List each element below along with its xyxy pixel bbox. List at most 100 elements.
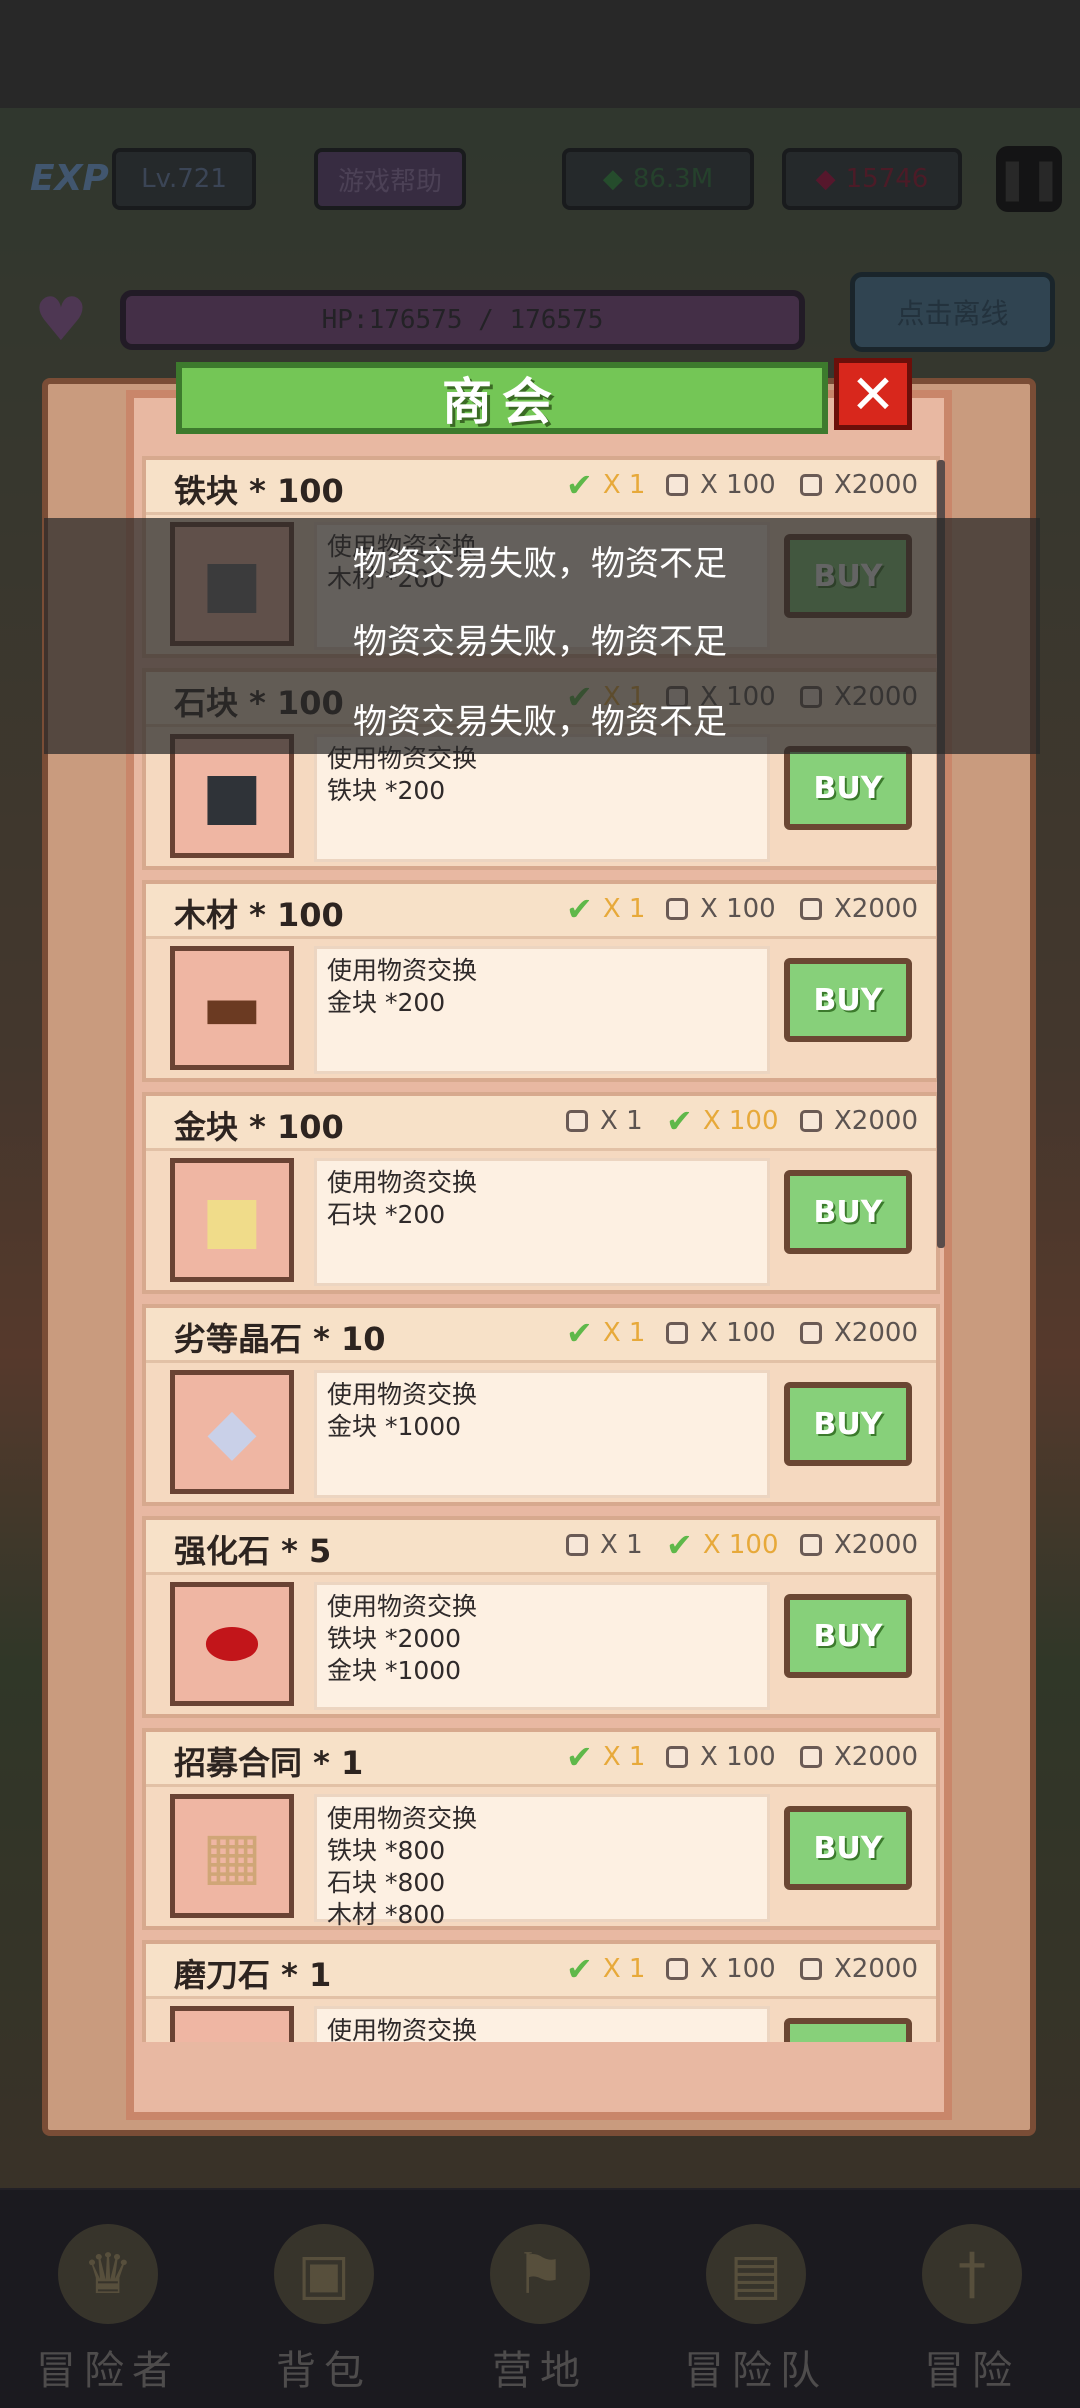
toast-message: 物资交易失败，物资不足 [353, 622, 727, 662]
quantity-option-x100[interactable]: X 100 [666, 1318, 776, 1348]
quantity-option-x2000[interactable]: X2000 [800, 470, 918, 500]
exchange-label: 使用物资交换 [327, 1804, 478, 1833]
item-icon-frame: ■ [170, 1158, 294, 1282]
quantity-label: X 1 [602, 894, 646, 924]
quantity-label: X2000 [834, 1106, 918, 1136]
quantity-option-x2000[interactable]: X2000 [800, 1318, 918, 1348]
buy-button[interactable]: BUY [784, 746, 912, 830]
quantity-option-x1[interactable]: ✔ X 1 [566, 1738, 646, 1776]
check-icon: ✔ [566, 1738, 593, 1776]
checkbox-icon [666, 898, 688, 920]
exchange-label: 使用物资交换 [327, 956, 478, 985]
close-button[interactable]: ✕ [834, 358, 912, 430]
cost-line: 铁块 *2000 [327, 1624, 462, 1653]
quantity-label: X 1 [600, 1106, 643, 1136]
checkbox-icon [566, 1110, 588, 1132]
item-name: 强化石 * 5 [174, 1532, 332, 1570]
quantity-option-x100[interactable]: ✔ X 100 [666, 1526, 779, 1564]
buy-button[interactable]: BUY [784, 1382, 912, 1466]
exchange-description: 使用物资交换 金块 *200 [314, 946, 770, 1074]
checkbox-icon [666, 474, 688, 496]
item-name: 磨刀石 * 1 [174, 1956, 332, 1994]
quantity-option-x2000[interactable]: X2000 [800, 1106, 918, 1136]
shop-title: 商会 [442, 373, 562, 431]
buy-button[interactable]: BUY [784, 2018, 912, 2042]
quantity-option-x1[interactable]: X 1 [566, 1106, 643, 1136]
buy-button[interactable]: BUY [784, 1594, 912, 1678]
quantity-label: X 1 [602, 1318, 646, 1348]
whetstone-icon: ▬ [202, 2031, 262, 2042]
quantity-label: X2000 [834, 1954, 918, 1984]
cost-line: 石块 *200 [327, 1200, 446, 1229]
quantity-option-x1[interactable]: ✔ X 1 [566, 1314, 646, 1352]
quantity-label: X 1 [602, 1954, 646, 1984]
buy-button[interactable]: BUY [784, 958, 912, 1042]
check-icon: ✔ [666, 1102, 693, 1140]
quantity-label: X 100 [700, 1954, 776, 1984]
check-icon: ✔ [566, 1314, 593, 1352]
cost-line: 铁块 *200 [327, 776, 446, 805]
quantity-label: X2000 [834, 1318, 918, 1348]
quantity-option-x100[interactable]: X 100 [666, 894, 776, 924]
checkbox-icon [800, 1958, 822, 1980]
stone-block-icon: ■ [201, 759, 263, 833]
item-name: 招募合同 * 1 [174, 1744, 364, 1782]
quantity-option-x1[interactable]: X 1 [566, 1530, 643, 1560]
quantity-option-x2000[interactable]: X2000 [800, 1742, 918, 1772]
close-icon: ✕ [850, 362, 896, 426]
quantity-option-x100[interactable]: X 100 [666, 1954, 776, 1984]
quantity-label: X2000 [834, 1742, 918, 1772]
quantity-option-x2000[interactable]: X2000 [800, 1954, 918, 1984]
quantity-label: X2000 [834, 894, 918, 924]
quantity-label: X2000 [834, 1530, 918, 1560]
contract-scroll-icon: ▦ [201, 1819, 263, 1893]
cost-line: 金块 *1000 [327, 1412, 462, 1441]
checkbox-icon [566, 1534, 588, 1556]
checkbox-icon [800, 1322, 822, 1344]
quantity-option-x2000[interactable]: X2000 [800, 1530, 918, 1560]
item-icon-frame: ▬ [170, 2006, 294, 2042]
quantity-label: X 1 [602, 1742, 646, 1772]
buy-button[interactable]: BUY [784, 1170, 912, 1254]
wood-log-icon: ▬ [201, 971, 263, 1045]
gold-block-icon: ■ [201, 1183, 263, 1257]
buy-button[interactable]: BUY [784, 1806, 912, 1890]
item-icon-frame: ▬ [170, 946, 294, 1070]
check-icon: ✔ [566, 890, 593, 928]
quantity-option-x2000[interactable]: X2000 [800, 894, 918, 924]
cost-line: 木材 *800 [327, 1900, 446, 1929]
cost-line: 石块 *800 [327, 1868, 446, 1897]
checkbox-icon [666, 1322, 688, 1344]
shop-item-card: 磨刀石 * 1 ✔ X 1 X 100 X2000 ▬ 使用物资交换 BUY [142, 1940, 940, 2042]
shop-item-card: 金块 * 100 X 1 ✔ X 100 X2000 ■ 使用物资交换 石块 *200 BUY [142, 1092, 940, 1294]
item-name: 劣等晶石 * 10 [174, 1320, 386, 1358]
checkbox-icon [800, 1746, 822, 1768]
exchange-label: 使用物资交换 [327, 1380, 478, 1409]
check-icon: ✔ [566, 1950, 593, 1988]
shop-item-card: 招募合同 * 1 ✔ X 1 X 100 X2000 ▦ 使用物资交换 铁块 *800 石块 *… [142, 1728, 940, 1930]
cost-line: 金块 *200 [327, 988, 446, 1017]
cost-line: 金块 *1000 [327, 1656, 462, 1685]
checkbox-icon [666, 1746, 688, 1768]
quantity-option-x100[interactable]: X 100 [666, 470, 776, 500]
exchange-description: 使用物资交换 铁块 *2000 金块 *1000 [314, 1582, 770, 1710]
item-name: 木材 * 100 [174, 896, 344, 934]
exchange-label: 使用物资交换 [327, 1168, 478, 1197]
cost-line: 铁块 *800 [327, 1836, 446, 1865]
check-icon: ✔ [566, 466, 593, 504]
exchange-description: 使用物资交换 金块 *1000 [314, 1370, 770, 1498]
quantity-label: X 100 [700, 1742, 776, 1772]
quantity-label: X 100 [700, 1318, 776, 1348]
crystal-icon: ◆ [207, 1395, 257, 1469]
quantity-option-x100[interactable]: ✔ X 100 [666, 1102, 779, 1140]
quantity-option-x1[interactable]: ✔ X 1 [566, 1950, 646, 1988]
item-icon-frame: ⬬ [170, 1582, 294, 1706]
shop-item-card: 强化石 * 5 X 1 ✔ X 100 X2000 ⬬ 使用物资交换 铁块 *2000 金块 *… [142, 1516, 940, 1718]
item-name: 铁块 * 100 [174, 472, 344, 510]
quantity-option-x1[interactable]: ✔ X 1 [566, 466, 645, 504]
exchange-description: 使用物资交换 石块 *200 [314, 1158, 770, 1286]
check-icon: ✔ [666, 1526, 693, 1564]
quantity-option-x100[interactable]: X 100 [666, 1742, 776, 1772]
quantity-option-x1[interactable]: ✔ X 1 [566, 890, 646, 928]
enhance-stone-icon: ⬬ [204, 1607, 260, 1681]
